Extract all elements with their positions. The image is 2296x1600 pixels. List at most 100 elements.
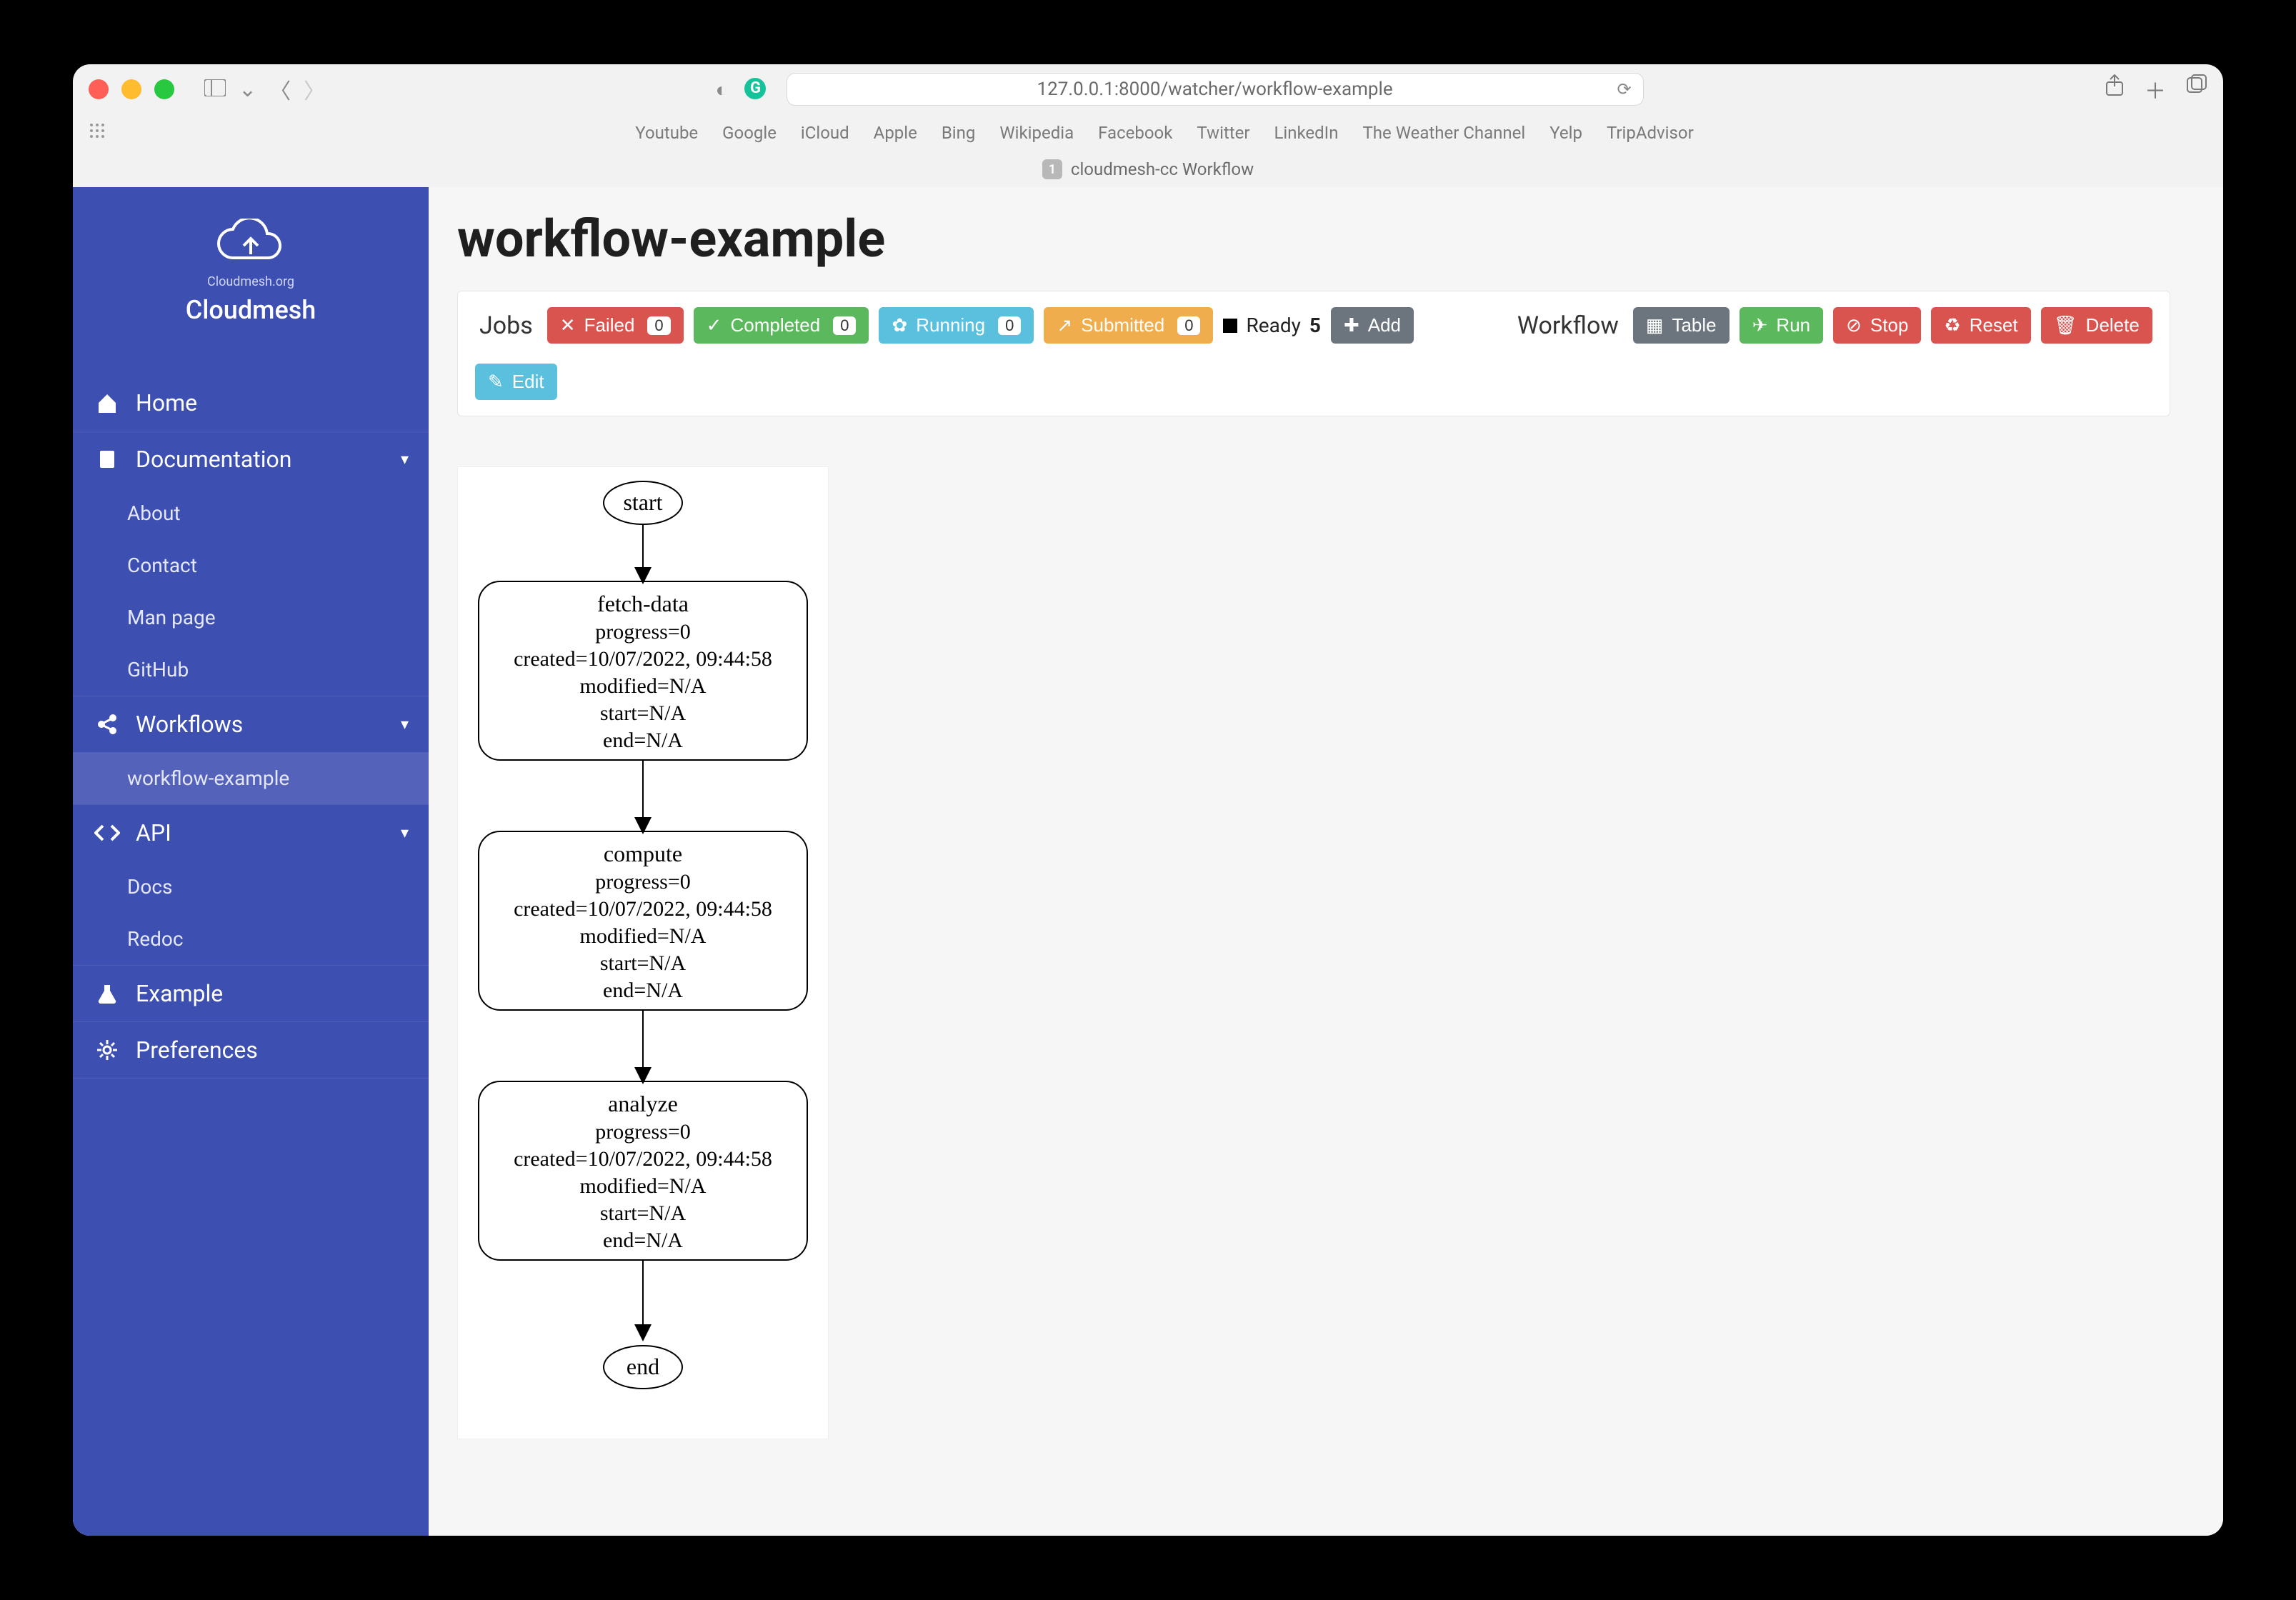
shield-icon[interactable]: ◐ [716, 78, 728, 101]
workflow-graph: start fetch-data progress=0 created=10/0… [457, 466, 829, 1439]
refresh-icon[interactable]: ⟳ [1617, 79, 1631, 99]
sidebar-subitem-workflow-example[interactable]: workflow-example [73, 752, 429, 804]
close-window-button[interactable] [89, 79, 109, 99]
tab-bar: 1 cloudmesh-cc Workflow [73, 151, 2223, 187]
sidebar-item-example[interactable]: Example [73, 966, 429, 1021]
sidebar-item-preferences[interactable]: Preferences [73, 1022, 429, 1078]
recycle-icon: ♻ [1944, 314, 1960, 336]
rocket-icon: ✈ [1752, 314, 1768, 336]
bookmark-link[interactable]: Wikipedia [999, 123, 1074, 143]
new-tab-icon[interactable]: ＋ [2145, 74, 2166, 105]
submitted-button[interactable]: ↗ Submitted 0 [1044, 307, 1213, 344]
chevron-down-icon[interactable]: ⌄ [239, 77, 256, 102]
tabs-overview-icon[interactable] [2186, 74, 2207, 105]
table-button[interactable]: ▦ Table [1633, 307, 1730, 344]
sidebar-toggle-icon[interactable] [204, 77, 226, 102]
sidebar-item-api[interactable]: API ▾ [73, 805, 429, 861]
sidebar-item-label: Example [136, 980, 223, 1007]
button-label: Completed [730, 314, 820, 336]
bookmark-link[interactable]: Apple [874, 123, 917, 143]
bookmark-link[interactable]: Google [722, 123, 777, 143]
cloud-logo-icon [211, 219, 290, 271]
back-button[interactable]: 〈 [269, 74, 291, 105]
node-name: compute [604, 841, 682, 866]
node-progress: progress=0 [595, 620, 691, 644]
tab-title[interactable]: cloudmesh-cc Workflow [1071, 159, 1254, 179]
actions-toolbar: Jobs ✕ Failed 0 ✓ Completed 0 ✿ Running … [457, 291, 2170, 416]
sidebar-item-home[interactable]: Home [73, 375, 429, 431]
minimize-window-button[interactable] [121, 79, 141, 99]
grammarly-icon[interactable]: G [744, 78, 766, 99]
bookmark-link[interactable]: Bing [942, 123, 976, 143]
table-icon: ▦ [1646, 314, 1664, 336]
chevron-down-icon: ▾ [401, 824, 409, 842]
forward-button: 〉 [304, 74, 325, 105]
node-name: fetch-data [597, 591, 689, 616]
address-bar[interactable]: ◐ G 127.0.0.1:8000/watcher/workflow-exam… [787, 73, 1644, 106]
node-modified: modified=N/A [580, 1174, 707, 1198]
button-label: Running [916, 314, 985, 336]
chevron-down-icon: ▾ [401, 451, 409, 469]
button-label: Submitted [1081, 314, 1164, 336]
gear-icon [93, 1039, 121, 1061]
edit-button[interactable]: ✎ Edit [475, 364, 557, 400]
square-icon [1223, 319, 1237, 333]
bookmark-link[interactable]: Youtube [635, 123, 698, 143]
sidebar-item-documentation[interactable]: Documentation ▾ [73, 431, 429, 487]
gear-icon: ✿ [892, 314, 907, 336]
sidebar-subitem-contact[interactable]: Contact [73, 539, 429, 591]
sidebar-item-label: Home [136, 389, 197, 416]
bookmark-link[interactable]: iCloud [801, 123, 849, 143]
sidebar-subitem-manpage[interactable]: Man page [73, 591, 429, 644]
bookmark-link[interactable]: LinkedIn [1274, 123, 1338, 143]
count-badge: 0 [647, 316, 670, 335]
delete-button[interactable]: 🗑 Delete [2041, 307, 2152, 344]
node-progress: progress=0 [595, 870, 691, 894]
add-button[interactable]: ✚ Add [1331, 307, 1414, 344]
failed-button[interactable]: ✕ Failed 0 [547, 307, 684, 344]
apps-grid-icon[interactable] [89, 122, 106, 144]
bookmark-link[interactable]: Twitter [1197, 123, 1249, 143]
plus-icon: ✚ [1344, 314, 1359, 336]
completed-button[interactable]: ✓ Completed 0 [694, 307, 869, 344]
running-button[interactable]: ✿ Running 0 [879, 307, 1034, 344]
sidebar-subitem-github[interactable]: GitHub [73, 644, 429, 696]
sidebar-subitem-about[interactable]: About [73, 487, 429, 539]
address-bar-wrap: ◐ G 127.0.0.1:8000/watcher/workflow-exam… [335, 73, 2095, 106]
end-label: end [627, 1354, 659, 1379]
share-icon[interactable] [2105, 74, 2125, 105]
stop-button[interactable]: ⊘ Stop [1833, 307, 1921, 344]
workflow-label: Workflow [1517, 311, 1619, 340]
node-end: end=N/A [603, 1229, 683, 1252]
button-label: Failed [584, 314, 635, 336]
count-badge: 0 [1177, 316, 1200, 335]
reset-button[interactable]: ♻ Reset [1931, 307, 2030, 344]
sidebar-subitem-label: Contact [127, 554, 197, 577]
sidebar-item-label: Documentation [136, 446, 291, 473]
sidebar-subitem-redoc[interactable]: Redoc [73, 913, 429, 965]
url-text: 127.0.0.1:8000/watcher/workflow-example [1037, 79, 1392, 100]
node-end: end=N/A [603, 729, 683, 752]
main-content: workflow-example Jobs ✕ Failed 0 ✓ Compl… [429, 187, 2223, 1536]
sidebar-item-label: Workflows [136, 711, 243, 738]
button-label: Edit [512, 371, 544, 393]
toolbar-right: ＋ [2105, 74, 2207, 105]
chevron-down-icon: ▾ [401, 716, 409, 734]
sidebar-item-label: Preferences [136, 1036, 258, 1064]
bookmark-link[interactable]: TripAdvisor [1607, 123, 1694, 143]
button-label: Add [1368, 314, 1401, 336]
code-icon [93, 821, 121, 844]
run-button[interactable]: ✈ Run [1740, 307, 1824, 344]
node-start: start=N/A [600, 1201, 687, 1225]
maximize-window-button[interactable] [154, 79, 174, 99]
node-created: created=10/07/2022, 09:44:58 [514, 647, 772, 671]
sidebar-item-workflows[interactable]: Workflows ▾ [73, 696, 429, 752]
node-end: end=N/A [603, 979, 683, 1002]
page-title: workflow-example [457, 209, 2223, 269]
bookmark-link[interactable]: The Weather Channel [1362, 123, 1525, 143]
bookmark-link[interactable]: Yelp [1549, 123, 1582, 143]
home-icon [93, 391, 121, 414]
bookmark-link[interactable]: Facebook [1098, 123, 1172, 143]
sidebar-subitem-docs[interactable]: Docs [73, 861, 429, 913]
share-nodes-icon [93, 713, 121, 736]
